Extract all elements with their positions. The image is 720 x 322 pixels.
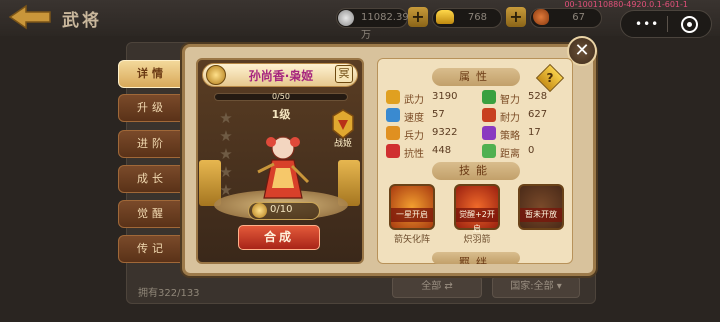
- stat-value: 3190: [432, 91, 458, 102]
- food-value: 67: [572, 12, 585, 23]
- tab-details[interactable]: 详情: [118, 60, 186, 88]
- troops-icon: [386, 126, 400, 140]
- drumstick-icon: [533, 9, 549, 25]
- hero-name: 孙尚香·枭姬: [248, 69, 314, 83]
- stat-value: 9322: [432, 127, 458, 138]
- role-label: 战姬: [333, 139, 352, 149]
- exp-progress-text: 0/50: [272, 92, 290, 101]
- tab-upgrade[interactable]: 升级: [118, 94, 186, 122]
- close-dot: [687, 22, 692, 27]
- stat-name: 抗性: [404, 149, 424, 160]
- tab-advance[interactable]: 进阶: [118, 130, 186, 158]
- tab-awaken[interactable]: 觉醒: [118, 200, 186, 228]
- stat-value: 448: [432, 145, 452, 156]
- miniprogram-capsule: •••: [620, 10, 712, 38]
- quality-medal-icon: [206, 65, 226, 85]
- wisdom-icon: [482, 90, 496, 104]
- bond-header: 羁绊: [432, 252, 520, 264]
- star-icon: ★: [219, 109, 233, 127]
- filter-all-label: 全部: [421, 281, 442, 292]
- stat-name: 耐力: [500, 113, 520, 124]
- more-icon[interactable]: •••: [635, 17, 659, 31]
- stat-name: 策略: [500, 131, 520, 142]
- skill-name: 箭矢化阵: [393, 235, 430, 245]
- skill-slot-1[interactable]: 一星开启: [389, 184, 435, 230]
- skill-name: 炽羽箭: [463, 235, 491, 245]
- tab-growth[interactable]: 成长: [118, 165, 186, 193]
- silver-coin-icon: [338, 10, 354, 26]
- star-icon: ★: [219, 145, 233, 163]
- silver-value: 11082.39万: [361, 12, 409, 41]
- endurance-icon: [482, 108, 496, 122]
- country-filter-button[interactable]: 国家:全部 ▾: [492, 276, 580, 298]
- stat-name: 速度: [404, 113, 424, 124]
- sword-icon: [386, 90, 400, 104]
- boot-icon: [386, 108, 400, 122]
- skill-unlock-label: 暂未开放: [520, 208, 562, 222]
- resist-icon: [386, 144, 400, 158]
- stat-value: 0: [528, 145, 535, 156]
- owned-count: 拥有322/133: [138, 288, 200, 299]
- filter-all-button[interactable]: 全部 ⇄: [392, 276, 482, 298]
- skill-slot-2[interactable]: 觉醒+2开启: [454, 184, 500, 233]
- help-question-mark: ?: [546, 71, 554, 85]
- attributes-header: 属性: [432, 68, 520, 86]
- build-id: 00-100110880-4920.0.1-601-1: [564, 0, 688, 9]
- skill-unlock-label: 一星开启: [391, 208, 433, 222]
- strategy-icon: [482, 126, 496, 140]
- range-icon: [482, 144, 496, 158]
- compose-button[interactable]: 合成: [238, 225, 320, 250]
- stat-name: 智力: [500, 95, 520, 106]
- stat-value: 17: [528, 127, 541, 138]
- skills-header: 技能: [432, 162, 520, 180]
- add-silver-button[interactable]: +: [408, 7, 428, 27]
- star-icon: ★: [219, 127, 233, 145]
- stat-name: 武力: [404, 95, 424, 106]
- stat-name: 距离: [500, 149, 520, 160]
- back-arrow-icon[interactable]: [8, 4, 52, 30]
- hero-level: 1级: [271, 108, 291, 121]
- page-title: 武将: [62, 11, 102, 31]
- tab-biography[interactable]: 传记: [118, 235, 186, 263]
- add-gold-button[interactable]: +: [506, 7, 526, 27]
- close-miniprogram-icon[interactable]: [681, 16, 698, 33]
- stat-value: 627: [528, 109, 548, 120]
- fragment-icon: [252, 203, 267, 218]
- stat-value: 528: [528, 91, 548, 102]
- gold-ingot-icon: [436, 10, 454, 24]
- country-filter-label: 国家:全部: [510, 281, 554, 292]
- stat-value: 57: [432, 109, 445, 120]
- skill-unlock-label: 觉醒+2开启: [456, 208, 498, 233]
- skill-slot-3[interactable]: 暂未开放: [518, 184, 564, 230]
- book-icon[interactable]: 冥: [335, 65, 353, 83]
- capsule-divider: [667, 16, 668, 32]
- hero-character-image: [257, 136, 310, 199]
- gold-value: 768: [467, 12, 487, 23]
- fragment-count: 0/10: [270, 204, 293, 215]
- stat-name: 兵力: [404, 131, 424, 142]
